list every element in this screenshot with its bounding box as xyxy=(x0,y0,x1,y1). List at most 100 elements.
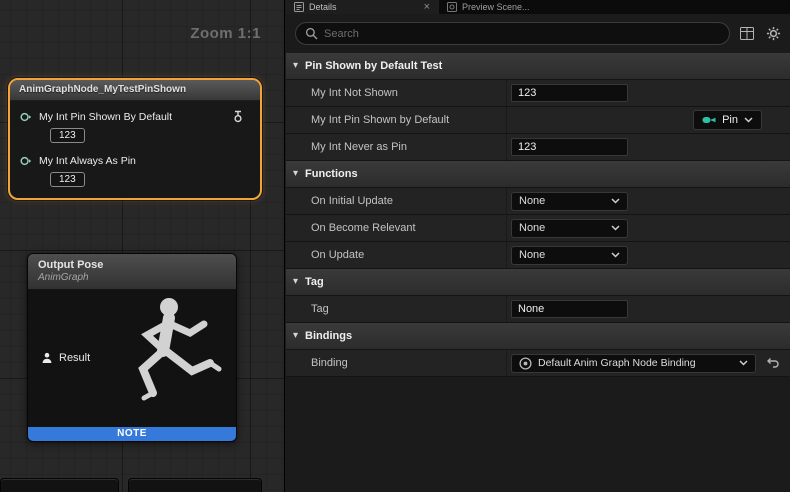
anim-graph-test-node[interactable]: AnimGraphNode_MyTestPinShown My Int Pin … xyxy=(8,78,262,200)
node-title: AnimGraphNode_MyTestPinShown xyxy=(19,84,186,95)
pin-row: My Int Always As Pin xyxy=(20,155,252,167)
partial-node[interactable] xyxy=(0,478,119,492)
search-box[interactable] xyxy=(295,22,730,45)
property-label: On Update xyxy=(286,249,506,261)
property-label: On Initial Update xyxy=(286,195,506,207)
mannequin-preview xyxy=(109,290,234,425)
on-initial-update-dropdown[interactable]: None xyxy=(511,192,628,211)
input-pin-icon[interactable] xyxy=(20,111,32,123)
row-my-int-never-as-pin: My Int Never as Pin xyxy=(286,134,790,161)
binding-dropdown[interactable]: Default Anim Graph Node Binding xyxy=(511,354,756,373)
dropdown-value: None xyxy=(519,222,545,234)
property-label: Binding xyxy=(286,357,506,369)
category-pin-shown-by-default-test[interactable]: ▾ Pin Shown by Default Test xyxy=(286,53,790,80)
property-value-area: None xyxy=(506,242,790,268)
property-value-area: None xyxy=(506,188,790,214)
tag-input[interactable] xyxy=(511,300,628,318)
property-label: On Become Relevant xyxy=(286,222,506,234)
chevron-down-icon xyxy=(611,198,620,204)
property-list: ▾ Pin Shown by Default Test My Int Not S… xyxy=(286,53,790,492)
property-value-area xyxy=(506,296,790,322)
dropdown-value: Default Anim Graph Node Binding xyxy=(538,357,733,369)
pin-label: My Int Pin Shown By Default xyxy=(39,111,172,123)
dropdown-value: None xyxy=(519,249,545,261)
node-subtitle: AnimGraph xyxy=(38,272,226,283)
partial-node[interactable] xyxy=(128,478,262,492)
category-title: Functions xyxy=(305,168,358,180)
tab-label: Preview Scene... xyxy=(462,2,530,12)
pin-value-box[interactable]: 123 xyxy=(50,172,85,187)
pin-visibility-button[interactable]: Pin xyxy=(693,110,762,130)
details-tab-icon xyxy=(294,2,304,12)
result-pin-row[interactable]: Result xyxy=(41,352,90,364)
category-title: Tag xyxy=(305,276,324,288)
grid-icon xyxy=(740,27,754,40)
chevron-down-icon: ▾ xyxy=(293,331,298,341)
on-become-relevant-dropdown[interactable]: None xyxy=(511,219,628,238)
on-update-dropdown[interactable]: None xyxy=(511,246,628,265)
details-panel: Details × Preview Scene... ▾ xyxy=(286,0,790,492)
row-on-update: On Update None xyxy=(286,242,790,269)
promote-pin-icon[interactable] xyxy=(232,110,244,123)
row-on-initial-update: On Initial Update None xyxy=(286,188,790,215)
search-input[interactable] xyxy=(324,28,720,40)
settings-button[interactable] xyxy=(764,25,782,43)
pin-label: My Int Always As Pin xyxy=(39,155,136,167)
zoom-level-label: Zoom 1:1 xyxy=(190,25,261,42)
node-header[interactable]: Output Pose AnimGraph xyxy=(28,254,236,290)
property-value-area: Pin xyxy=(506,107,790,133)
chevron-down-icon: ▾ xyxy=(293,277,298,287)
note-bar[interactable]: NOTE xyxy=(28,427,236,441)
tab-preview-scene[interactable]: Preview Scene... xyxy=(438,0,638,14)
row-binding: Binding Default Anim Graph Node Binding xyxy=(286,350,790,377)
category-bindings[interactable]: ▾ Bindings xyxy=(286,323,790,350)
node-body: My Int Pin Shown By Default 123 My Int A… xyxy=(10,101,260,198)
unreal-editor-window: Zoom 1:1 AnimGraphNode_MyTestPinShown My… xyxy=(0,0,790,492)
chevron-down-icon xyxy=(744,117,753,123)
chevron-down-icon xyxy=(739,360,748,366)
preview-tab-icon xyxy=(447,2,457,12)
row-tag: Tag xyxy=(286,296,790,323)
search-icon xyxy=(305,27,318,40)
close-icon[interactable]: × xyxy=(424,2,430,12)
property-value-area: None xyxy=(506,215,790,241)
tab-details[interactable]: Details × xyxy=(286,0,438,14)
my-int-never-as-pin-input[interactable] xyxy=(511,138,628,156)
input-pin-icon[interactable] xyxy=(20,155,32,167)
node-header[interactable]: AnimGraphNode_MyTestPinShown xyxy=(10,80,260,101)
my-int-not-shown-input[interactable] xyxy=(511,84,628,102)
dropdown-value: None xyxy=(519,195,545,207)
result-pin-label: Result xyxy=(59,352,90,364)
chevron-down-icon: ▾ xyxy=(293,61,298,71)
property-value-area xyxy=(506,134,790,160)
pose-pin-icon xyxy=(41,352,53,364)
details-empty-area xyxy=(286,377,790,492)
reset-to-default-icon[interactable] xyxy=(765,357,779,369)
node-title: Output Pose xyxy=(38,259,226,271)
binding-icon xyxy=(519,357,532,370)
search-row xyxy=(286,14,790,53)
category-functions[interactable]: ▾ Functions xyxy=(286,161,790,188)
view-options-button[interactable] xyxy=(738,25,756,43)
pin-button-label: Pin xyxy=(722,114,738,126)
property-label: Tag xyxy=(286,303,506,315)
chevron-down-icon xyxy=(611,252,620,258)
category-title: Pin Shown by Default Test xyxy=(305,60,442,72)
tab-label: Details xyxy=(309,2,337,12)
gear-icon xyxy=(766,26,781,41)
chevron-down-icon xyxy=(611,225,620,231)
tab-bar: Details × Preview Scene... xyxy=(286,0,790,14)
property-label: My Int Pin Shown by Default xyxy=(286,114,506,126)
output-pose-node[interactable]: Output Pose AnimGraph xyxy=(27,253,237,442)
pin-icon xyxy=(702,115,716,125)
row-my-int-not-shown: My Int Not Shown xyxy=(286,80,790,107)
category-tag[interactable]: ▾ Tag xyxy=(286,269,790,296)
property-value-area xyxy=(506,80,790,106)
chevron-down-icon: ▾ xyxy=(293,169,298,179)
node-body: Result xyxy=(28,290,236,427)
category-title: Bindings xyxy=(305,330,352,342)
property-value-area: Default Anim Graph Node Binding xyxy=(506,350,790,376)
anim-graph-canvas[interactable]: Zoom 1:1 AnimGraphNode_MyTestPinShown My… xyxy=(0,0,285,492)
row-on-become-relevant: On Become Relevant None xyxy=(286,215,790,242)
pin-value-box[interactable]: 123 xyxy=(50,128,85,143)
